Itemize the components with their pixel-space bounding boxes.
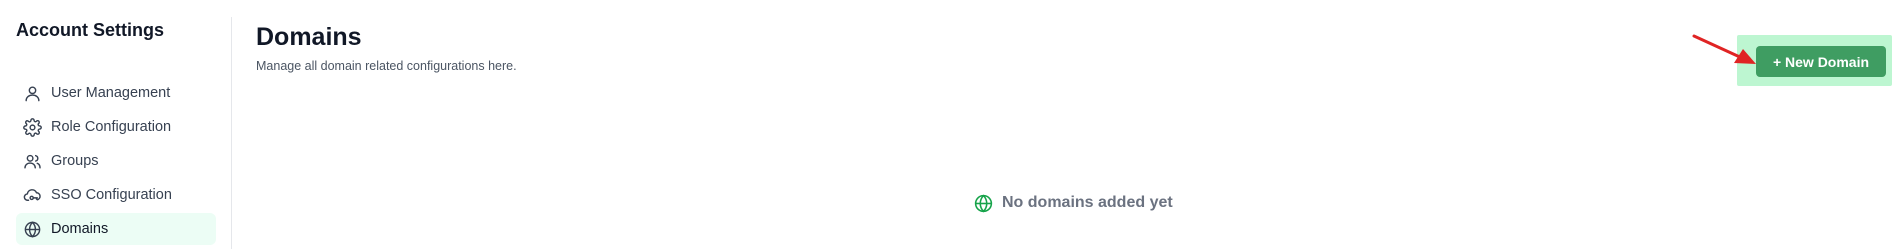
- new-domain-button[interactable]: + New Domain: [1756, 46, 1886, 77]
- user-icon: [22, 83, 42, 103]
- sidebar-item-domains[interactable]: Domains: [16, 213, 216, 245]
- sidebar-item-user-management[interactable]: User Management: [16, 77, 216, 109]
- sidebar-item-role-configuration[interactable]: Role Configuration: [16, 111, 216, 143]
- globe-icon: [22, 219, 42, 239]
- annotation-arrow-icon: [1692, 34, 1756, 64]
- empty-state-text: No domains added yet: [1002, 194, 1173, 211]
- sidebar-item-label: Domains: [51, 221, 109, 237]
- sidebar-item-label: SSO Configuration: [51, 187, 172, 203]
- sidebar-item-label: User Management: [51, 85, 171, 101]
- sidebar-item-sso-configuration[interactable]: SSO Configuration: [16, 179, 216, 211]
- sidebar-item-label: Groups: [51, 153, 99, 169]
- sidebar-item-label: Role Configuration: [51, 119, 172, 135]
- users-icon: [22, 151, 42, 171]
- page-subtitle: Manage all domain related configurations…: [256, 59, 517, 73]
- sidebar-item-groups[interactable]: Groups: [16, 145, 216, 177]
- gear-icon: [22, 117, 42, 137]
- cloud-key-icon: [22, 185, 42, 205]
- globe-icon: [972, 192, 994, 214]
- empty-state: No domains added yet: [972, 192, 1173, 214]
- sidebar-nav: User Management Role Configuration Group…: [16, 77, 216, 247]
- sidebar-divider: [231, 17, 232, 249]
- page-title: Domains: [256, 23, 362, 51]
- sidebar-title: Account Settings: [16, 20, 165, 40]
- sidebar: Account Settings User Management Role Co…: [0, 0, 231, 249]
